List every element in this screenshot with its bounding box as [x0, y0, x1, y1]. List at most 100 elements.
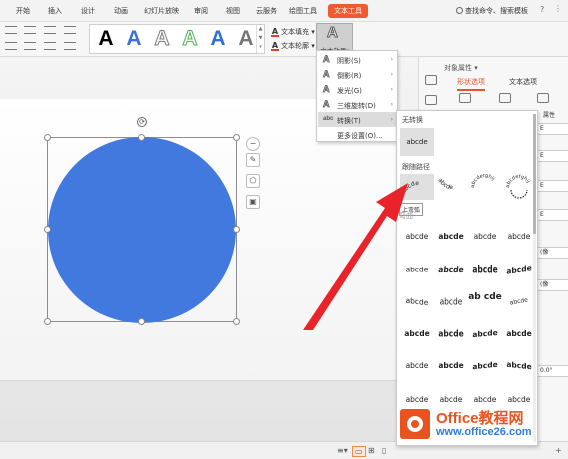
- property-field[interactable]: (像: [537, 247, 568, 259]
- notes-icon[interactable]: ≡▾: [337, 446, 348, 455]
- pen-icon[interactable]: ✎: [246, 153, 260, 167]
- no-transform-option[interactable]: abcde: [400, 128, 434, 156]
- warp-option[interactable]: abcde: [400, 260, 434, 281]
- warp-option[interactable]: abcde: [434, 224, 468, 250]
- button-path-option[interactable]: abcdefghij: [502, 174, 536, 200]
- zoom-in-icon[interactable]: +: [555, 446, 562, 455]
- tab-design[interactable]: 设计: [81, 6, 95, 16]
- tab-drawing-tools[interactable]: 绘图工具: [289, 6, 317, 16]
- tab-animation[interactable]: 动画: [114, 6, 128, 16]
- warp-option[interactable]: abcde: [400, 224, 434, 250]
- menu-item-more-settings[interactable]: 更多设置(O)...: [318, 127, 397, 142]
- arch-up-option[interactable]: abcde: [400, 174, 434, 200]
- style-blue[interactable]: A: [121, 26, 147, 52]
- reading-view-icon[interactable]: ▯: [382, 446, 386, 455]
- warp-option[interactable]: abcde: [434, 353, 468, 379]
- fill-line-icon[interactable]: [459, 93, 471, 103]
- resize-handle-se[interactable]: [233, 318, 240, 325]
- warp-option[interactable]: abcde: [468, 253, 502, 287]
- arch-down-option[interactable]: abcde: [434, 174, 468, 200]
- tab-shape-options[interactable]: 形状选项: [457, 77, 485, 91]
- warp-option[interactable]: abcde: [434, 318, 468, 349]
- shape-fill-icon[interactable]: ⬠: [246, 174, 260, 188]
- home-icon[interactable]: [425, 75, 437, 85]
- tab-review[interactable]: 审阅: [194, 6, 208, 16]
- style-blue-bold[interactable]: A: [205, 26, 231, 52]
- resize-handle-n[interactable]: [138, 134, 145, 141]
- align-right-icon[interactable]: [44, 42, 56, 50]
- align-left-icon[interactable]: [5, 42, 17, 50]
- property-field[interactable]: (像: [537, 279, 568, 291]
- more-icon[interactable]: ⋮: [554, 4, 562, 13]
- menu-item-glow[interactable]: A 发光(G) ›: [318, 82, 397, 97]
- property-field[interactable]: E: [537, 209, 568, 221]
- menu-item-transform[interactable]: abc 转换(T) ›: [318, 112, 397, 127]
- copy-icon[interactable]: [425, 95, 437, 105]
- help-icon[interactable]: ?: [540, 5, 544, 14]
- rotation-field[interactable]: 0.0°: [537, 365, 568, 377]
- property-field[interactable]: E: [537, 150, 568, 162]
- sorter-view-icon[interactable]: ⊞: [368, 446, 375, 455]
- tab-text-tools[interactable]: 文本工具: [328, 4, 368, 18]
- menu-item-reflection[interactable]: A 倒影(R) ›: [318, 67, 397, 82]
- warp-option[interactable]: abcde: [432, 257, 470, 283]
- menu-item-label: 更多设置(O)...: [337, 132, 383, 140]
- blue-circle-shape[interactable]: [48, 137, 236, 323]
- warp-option[interactable]: abcde: [502, 224, 536, 250]
- resize-handle-ne[interactable]: [233, 134, 240, 141]
- command-search[interactable]: 查找命令、搜索模板: [456, 6, 528, 16]
- tab-cloud[interactable]: 云服务: [256, 6, 277, 16]
- chevron-right-icon: ›: [390, 101, 393, 108]
- gallery-scroll[interactable]: ▲ ▼ ▾: [256, 25, 264, 53]
- resize-handle-e[interactable]: [233, 226, 240, 233]
- warp-option[interactable]: abcde: [400, 321, 434, 347]
- property-field[interactable]: E: [537, 123, 568, 135]
- arch-up-preview: abcde: [400, 180, 419, 195]
- style-gray-outline[interactable]: A: [149, 26, 175, 52]
- text-fill-button[interactable]: A 文本填充 ▾: [271, 27, 315, 37]
- style-green-outline[interactable]: A: [177, 26, 203, 52]
- effects-icon[interactable]: [499, 93, 511, 103]
- watermark-brand: Office教程网: [436, 410, 524, 427]
- line-spacing-icon[interactable]: [24, 26, 36, 34]
- tab-text-options[interactable]: 文本选项: [509, 77, 537, 87]
- submenu-scrollbar-thumb[interactable]: [533, 114, 536, 234]
- frame-icon[interactable]: ▣: [246, 195, 260, 209]
- chevron-right-icon: ›: [390, 86, 393, 93]
- circle-path-option[interactable]: abcdefghij: [468, 174, 502, 200]
- tab-insert[interactable]: 插入: [48, 6, 62, 16]
- chevron-down-icon: ▾: [311, 42, 315, 50]
- warp-option[interactable]: abcde: [502, 351, 536, 381]
- style-black[interactable]: A: [93, 26, 119, 52]
- warp-option[interactable]: abcde: [468, 224, 502, 250]
- tab-view[interactable]: 视图: [226, 6, 240, 16]
- resize-handle-sw[interactable]: [44, 318, 51, 325]
- warp-option[interactable]: ab cde: [468, 289, 502, 315]
- align-icon[interactable]: [5, 26, 17, 34]
- paragraph-icon[interactable]: [64, 26, 76, 34]
- warp-option[interactable]: abcde: [400, 287, 434, 317]
- tab-slideshow[interactable]: 幻灯片放映: [144, 6, 179, 16]
- rotate-handle-icon[interactable]: ⟳: [137, 117, 147, 127]
- warp-option[interactable]: abcde: [502, 321, 536, 347]
- property-field[interactable]: E: [537, 180, 568, 192]
- tab-start[interactable]: 开始: [16, 6, 30, 16]
- warp-option[interactable]: abcde: [502, 255, 536, 286]
- menu-item-shadow[interactable]: A 阴影(S) ›: [318, 52, 397, 67]
- align-center-icon[interactable]: [24, 42, 36, 50]
- collapse-icon[interactable]: −: [246, 137, 260, 151]
- text-outline-button[interactable]: A 文本轮廓 ▾: [271, 41, 315, 51]
- normal-view-icon[interactable]: ▭: [352, 446, 366, 457]
- size-icon[interactable]: [537, 93, 549, 103]
- warp-option[interactable]: abcde: [434, 286, 468, 317]
- chevron-right-icon: ›: [390, 56, 393, 63]
- resize-handle-w[interactable]: [44, 226, 51, 233]
- warp-option[interactable]: abcde: [400, 353, 434, 379]
- distribute-icon[interactable]: [44, 26, 56, 34]
- warp-option[interactable]: abcde: [468, 351, 502, 381]
- warp-option[interactable]: abcde: [468, 320, 502, 349]
- justify-icon[interactable]: [64, 42, 76, 50]
- resize-handle-nw[interactable]: [44, 134, 51, 141]
- resize-handle-s[interactable]: [138, 318, 145, 325]
- menu-item-3d-rotation[interactable]: A 三维旋转(D) ›: [318, 97, 397, 112]
